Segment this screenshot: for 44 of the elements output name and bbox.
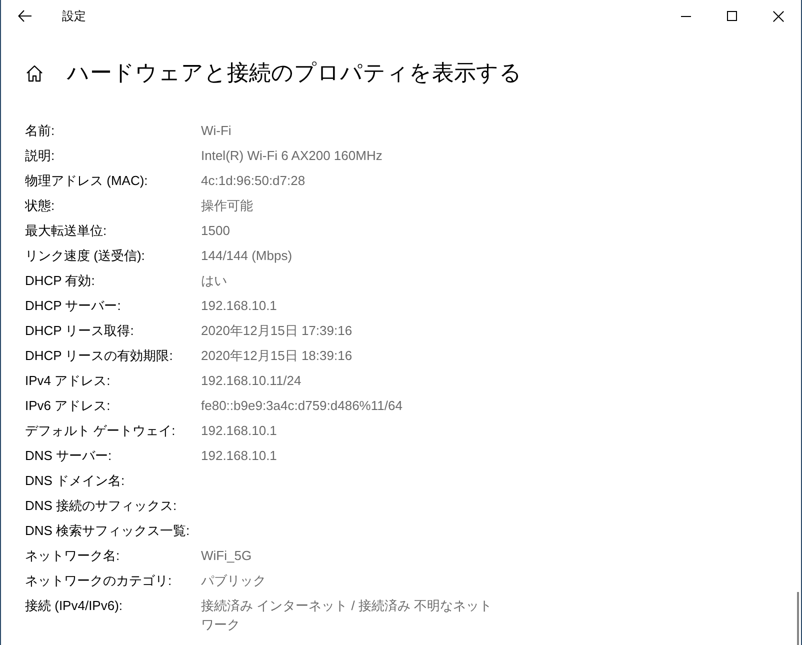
page-heading: ハードウェアと接続のプロパティを表示する (67, 59, 522, 87)
scrollbar-thumb[interactable] (797, 592, 799, 645)
property-value: 144/144 (Mbps) (201, 247, 294, 265)
property-value: 2020年12月15日 17:39:16 (201, 322, 354, 340)
window-title: 設定 (62, 8, 86, 24)
property-label: DNS ドメイン名: (25, 472, 126, 490)
property-value: 1500 (201, 222, 231, 240)
property-value: 192.168.10.1 (201, 447, 278, 465)
property-value: はい (201, 272, 228, 290)
property-value: 接続済み インターネット / 接続済み 不明なネットワーク (201, 597, 494, 634)
property-value: Wi-Fi (201, 122, 232, 140)
property-value: 4c:1d:96:50:d7:28 (201, 172, 306, 190)
property-value: fe80::b9e9:3a4c:d759:d486%11/64 (201, 397, 404, 415)
maximize-icon (727, 11, 737, 21)
property-label: DHCP リースの有効期限: (25, 347, 174, 365)
property-value: WiFi_5G (201, 547, 253, 565)
property-label: IPv6 アドレス: (25, 397, 112, 415)
property-value: 2020年12月15日 18:39:16 (201, 347, 354, 365)
property-label: DHCP リース取得: (25, 322, 135, 340)
property-label: リンク速度 (送受信): (25, 247, 146, 265)
property-label: ネットワークのカテゴリ: (25, 572, 173, 590)
property-value: 操作可能 (201, 197, 254, 215)
property-label: DHCP サーバー: (25, 297, 122, 315)
property-label: 名前: (25, 122, 56, 140)
property-label: デフォルト ゲートウェイ: (25, 422, 176, 440)
property-value: Intel(R) Wi-Fi 6 AX200 160MHz (201, 147, 384, 165)
close-icon (772, 10, 784, 22)
home-icon[interactable] (26, 64, 43, 82)
property-label: 物理アドレス (MAC): (25, 172, 149, 190)
property-label: ネットワーク名: (25, 547, 121, 565)
property-label: 説明: (25, 147, 56, 165)
property-label: 接続 (IPv4/IPv6): (25, 597, 124, 615)
property-label: DNS サーバー: (25, 447, 113, 465)
property-value: 192.168.10.1 (201, 297, 278, 315)
property-value: 192.168.10.1 (201, 422, 278, 440)
property-label: 状態: (25, 197, 56, 215)
property-label: DNS 検索サフィックス一覧: (25, 522, 191, 540)
property-label: DNS 接続のサフィックス: (25, 497, 178, 515)
property-label: IPv4 アドレス: (25, 372, 112, 390)
back-arrow-icon (18, 10, 32, 22)
property-value: 192.168.10.11/24 (201, 372, 302, 390)
property-label: DHCP 有効: (25, 272, 96, 290)
property-label: 最大転送単位: (25, 222, 108, 240)
property-value: パブリック (201, 572, 267, 590)
